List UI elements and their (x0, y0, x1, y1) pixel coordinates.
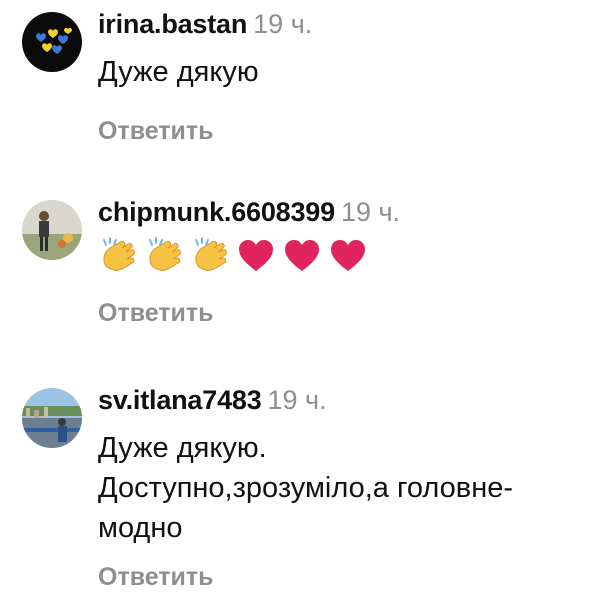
person-photo-avatar-icon (22, 200, 82, 260)
comment-header: sv.itlana7483 19 ч. (98, 384, 590, 416)
username[interactable]: chipmunk.6608399 (98, 197, 335, 227)
avatar[interactable] (22, 200, 82, 260)
timestamp: 19 ч. (253, 9, 313, 39)
reply-button[interactable]: Ответить (98, 116, 590, 146)
timestamp: 19 ч. (340, 197, 401, 227)
username[interactable]: sv.itlana7483 (98, 385, 262, 415)
clapping-hands-icon (190, 236, 230, 276)
emoji-row (98, 236, 590, 276)
timestamp: 19 ч. (267, 385, 327, 415)
comment-header: irina.bastan 19 ч. (98, 8, 590, 40)
blue-yellow-hearts-avatar-icon (22, 12, 82, 72)
clapping-hands-icon (98, 236, 138, 276)
red-heart-icon (282, 236, 322, 276)
comment-text: Дуже дякую. Доступно,зрозуміло,а головне… (98, 432, 513, 544)
comment-text: Дуже дякую (98, 56, 259, 88)
avatar[interactable] (22, 12, 82, 72)
comment-header: chipmunk.6608399 19 ч. (98, 196, 590, 228)
clapping-hands-icon (144, 236, 184, 276)
avatar[interactable] (22, 388, 82, 448)
red-heart-icon (328, 236, 368, 276)
reply-button[interactable]: Ответить (98, 562, 214, 592)
reply-button[interactable]: Ответить (98, 298, 590, 328)
red-heart-icon (236, 236, 276, 276)
city-photo-avatar-icon (22, 388, 82, 448)
username[interactable]: irina.bastan (98, 9, 247, 39)
